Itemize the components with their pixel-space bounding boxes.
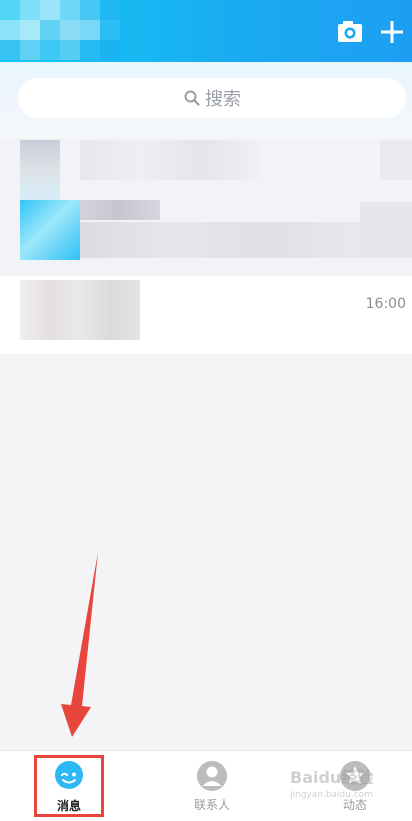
conversation-list: 16:00 [0,138,412,354]
search-area: 搜索 [0,62,412,138]
plus-icon[interactable] [378,18,406,46]
conversation-message-blurred [80,222,360,258]
search-icon [184,90,200,106]
watermark-subtext: jingyan.baidu.com [290,790,374,800]
conversation-avatar-blurred [20,200,80,260]
watermark-text: Baidu经验 [290,768,374,787]
user-avatar-blurred[interactable] [0,0,120,62]
camera-icon[interactable] [336,18,364,46]
search-input[interactable]: 搜索 [18,78,406,118]
conversation-meta-blurred [380,140,412,180]
tab-contacts[interactable]: 联系人 [177,755,247,817]
conversation-time: 16:00 [365,296,406,312]
contacts-icon [197,761,227,791]
conversation-row[interactable] [0,138,412,200]
messages-icon [55,761,83,789]
tab-messages[interactable]: 消息 [34,755,104,817]
top-header-bar [0,0,412,62]
search-placeholder: 搜索 [205,89,241,110]
conversation-preview-blurred [80,200,160,220]
conversation-avatar-blurred [20,280,140,340]
conversation-meta-blurred [360,202,412,258]
conversation-avatar-blurred [20,140,60,200]
tab-messages-label: 消息 [56,799,81,813]
baidu-watermark: Baidu经验 jingyan.baidu.com [290,764,410,804]
conversation-row[interactable] [0,200,412,276]
conversation-preview-blurred [80,140,260,180]
tab-contacts-label: 联系人 [193,798,230,812]
conversation-row[interactable]: 16:00 [0,276,412,354]
